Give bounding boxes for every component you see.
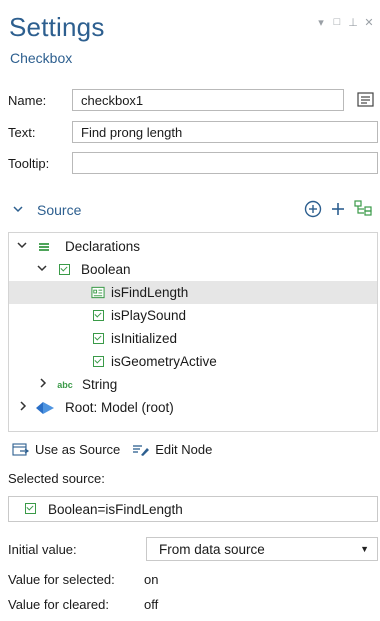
boolean-variable-icon <box>91 286 105 300</box>
abc-icon: abc <box>57 379 73 390</box>
pin-icon[interactable]: ⊥ <box>348 16 358 29</box>
dropdown-arrow-icon: ▼ <box>360 544 369 554</box>
edit-name-button[interactable] <box>354 89 378 111</box>
tree-item-label: isPlaySound <box>111 308 187 323</box>
checkbox-icon <box>91 309 105 323</box>
chevron-down-icon[interactable] <box>13 204 23 216</box>
name-row: Name: checkbox1 <box>8 88 378 112</box>
name-field[interactable]: checkbox1 <box>72 89 344 111</box>
selected-source-field: Boolean=isFindLength <box>8 496 378 522</box>
use-as-source-label: Use as Source <box>35 442 121 457</box>
tree-item-label: isGeometryActive <box>111 354 217 369</box>
boolean-icon <box>57 263 71 277</box>
chevron-right-icon[interactable] <box>39 378 47 391</box>
window-controls: ▾ □ ⊥ ✕ <box>316 16 374 29</box>
tooltip-label: Tooltip: <box>8 155 50 171</box>
checkbox-icon <box>25 502 36 517</box>
chevron-down-icon[interactable] <box>17 241 27 252</box>
tree-item-label: Root: Model (root) <box>65 400 174 415</box>
close-icon[interactable]: ✕ <box>364 16 374 29</box>
chevron-right-icon[interactable] <box>19 401 27 414</box>
value-cleared-label: Value for cleared: <box>8 596 109 612</box>
page-subtitle: Checkbox <box>10 50 73 66</box>
add-circle-icon[interactable] <box>304 200 322 221</box>
tree-item-label: Declarations <box>65 239 141 254</box>
dropdown-menu-icon[interactable]: ▾ <box>316 16 326 29</box>
initial-value-label: Initial value: <box>8 541 77 557</box>
source-actions: Use as Source Edit Node <box>12 442 212 457</box>
checkbox-icon <box>91 355 105 369</box>
model-icon <box>35 401 55 415</box>
tree-item-boolean[interactable]: Boolean <box>9 258 377 281</box>
initial-value-row: Initial value: <box>8 538 144 560</box>
initial-value-select[interactable]: From data source ▼ <box>146 537 378 561</box>
checkbox-icon <box>91 332 105 346</box>
tree-item-isgeometryactive[interactable]: isGeometryActive <box>9 350 377 373</box>
maximize-icon[interactable]: □ <box>332 16 342 29</box>
declarations-icon <box>37 240 51 254</box>
value-selected-label: Value for selected: <box>8 571 115 587</box>
tree-item-label: String <box>82 377 118 392</box>
use-as-source-button[interactable]: Use as Source <box>12 442 120 457</box>
chevron-down-icon[interactable] <box>37 264 47 275</box>
text-field[interactable]: Find prong length <box>72 121 378 143</box>
initial-value-selected: From data source <box>159 541 265 557</box>
source-toolbar <box>304 199 374 221</box>
selected-source-value: Boolean=isFindLength <box>48 501 183 517</box>
tooltip-field[interactable] <box>72 152 378 174</box>
edit-node-button[interactable]: Edit Node <box>132 442 212 457</box>
name-label: Name: <box>8 92 47 108</box>
value-selected-row: Value for selected: on <box>8 568 158 590</box>
value-selected-value: on <box>144 571 159 587</box>
value-cleared-value: off <box>144 596 159 612</box>
value-cleared-row: Value for cleared: off <box>8 593 158 615</box>
tree-filter-icon[interactable] <box>354 199 374 221</box>
selected-source-label: Selected source: <box>8 471 105 486</box>
text-row: Text: Find prong length <box>8 120 378 144</box>
edit-node-label: Edit Node <box>155 442 213 457</box>
tree-item-root[interactable]: Root: Model (root) <box>9 396 377 419</box>
tree-item-isfindlength[interactable]: isFindLength <box>9 281 377 304</box>
form-editor-icon <box>357 92 374 107</box>
edit-node-icon <box>133 444 150 456</box>
tree-item-string[interactable]: abc String <box>9 373 377 396</box>
tree-item-label: Boolean <box>81 262 131 277</box>
use-as-source-icon <box>12 442 30 456</box>
tooltip-row: Tooltip: <box>8 151 378 175</box>
text-label: Text: <box>8 124 36 140</box>
plus-icon[interactable] <box>330 201 346 220</box>
source-section-title: Source <box>37 202 82 218</box>
tree-item-label: isFindLength <box>111 285 189 300</box>
source-tree[interactable]: Declarations Boolean isFindLength isPlay… <box>8 232 378 432</box>
page-title: Settings <box>9 12 105 42</box>
tree-item-isinitialized[interactable]: isInitialized <box>9 327 377 350</box>
settings-header: Settings Checkbox ▾ □ ⊥ ✕ <box>0 0 380 74</box>
tree-item-label: isInitialized <box>111 331 178 346</box>
tree-item-declarations[interactable]: Declarations <box>9 235 377 258</box>
source-section-header[interactable]: Source <box>0 194 380 226</box>
tree-item-isplaysound[interactable]: isPlaySound <box>9 304 377 327</box>
